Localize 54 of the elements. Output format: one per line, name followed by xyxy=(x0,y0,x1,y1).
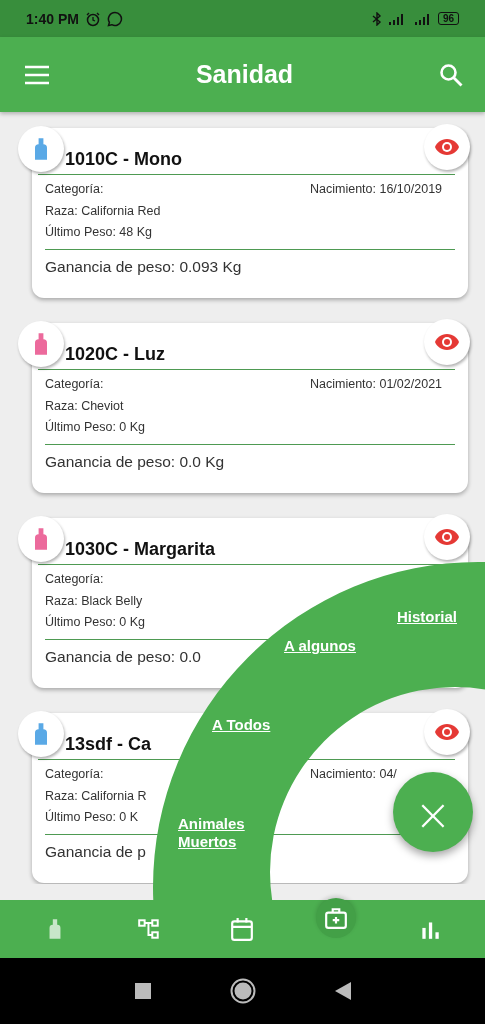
animal-name: 13sdf - Ca xyxy=(65,734,152,755)
calendar-icon xyxy=(230,917,255,941)
breed-label: Raza: Cheviot xyxy=(45,397,124,415)
breed-label: Raza: California R xyxy=(45,787,147,805)
alarm-icon xyxy=(84,10,101,27)
view-button[interactable] xyxy=(424,124,470,170)
signal-icon xyxy=(387,12,406,25)
view-button[interactable] xyxy=(424,514,470,560)
animal-name: 1030C - Margarita xyxy=(65,539,216,560)
nav-tab[interactable] xyxy=(316,898,357,938)
category-label: Categoría: xyxy=(45,571,104,588)
menu-link[interactable]: Historial xyxy=(397,608,457,626)
recents-button[interactable] xyxy=(133,982,152,1000)
animal-card[interactable]: 1020C - Luz Categoría: Nacimiento: 01/02/2021 Raza: Cheviot Último Peso: 0 Kg Ganancia de peso: 0.0 Kg xyxy=(32,323,468,493)
eye-icon xyxy=(434,528,460,546)
battery-level: 96 xyxy=(437,12,459,25)
breed-label: Raza: California Red xyxy=(45,202,161,220)
weight-gain-label: Ganancia de peso: 0.093 Kg xyxy=(45,257,242,276)
menu-icon xyxy=(24,64,50,85)
home-button[interactable] xyxy=(229,978,256,1004)
breed-label: Raza: Black Belly xyxy=(45,592,143,610)
view-button[interactable] xyxy=(424,319,470,365)
category-label: Categoría: xyxy=(45,376,104,393)
animal-name: 1010C - Mono xyxy=(65,149,183,170)
chat-icon xyxy=(106,10,123,27)
bluetooth-icon xyxy=(371,11,382,26)
eye-icon xyxy=(434,723,460,741)
eye-icon xyxy=(434,333,460,351)
screen-title: Sanidad xyxy=(194,60,295,89)
back-button[interactable] xyxy=(333,981,352,1001)
search-icon xyxy=(439,62,463,87)
animal-card[interactable]: 1010C - Mono Categoría: Nacimiento: 16/10/2019 Raza: California Red Último Peso: 48 Kg Ganancia de peso: 0.093 Kg xyxy=(32,128,468,298)
menu-link[interactable]: A algunos xyxy=(284,637,356,655)
menu-link[interactable]: A Todos xyxy=(212,716,271,734)
eye-icon xyxy=(434,138,460,156)
weight-gain-label: Ganancia de p xyxy=(45,842,146,861)
status-time: 1:40 PM xyxy=(26,10,79,27)
search-button[interactable] xyxy=(439,62,463,87)
menu-button[interactable] xyxy=(24,64,50,85)
category-label: Categoría: xyxy=(45,181,104,198)
menu-link[interactable]: Animales Muertos xyxy=(178,815,250,851)
weight-gain-label: Ganancia de peso: 0.0 Kg xyxy=(45,452,225,471)
view-button[interactable] xyxy=(424,709,470,755)
category-label: Categoría: xyxy=(45,766,104,783)
weight-label: Último Peso: 48 Kg xyxy=(45,223,152,241)
weight-gain-label: Ganancia de peso: 0.0 xyxy=(45,647,201,666)
weight-label: Último Peso: 0 Kg xyxy=(45,418,146,436)
weight-label: Último Peso: 0 Kg xyxy=(45,613,146,631)
birth-date-label: Nacimiento: 16/10/2019 xyxy=(310,181,443,198)
birth-date-label: Nacimiento: 01/02/2021 xyxy=(310,376,443,393)
hierarchy-icon xyxy=(136,917,161,941)
medical-kit-icon xyxy=(324,906,349,930)
weight-label: Último Peso: 0 K xyxy=(45,808,139,826)
animal-name: 1020C - Luz xyxy=(65,344,166,365)
